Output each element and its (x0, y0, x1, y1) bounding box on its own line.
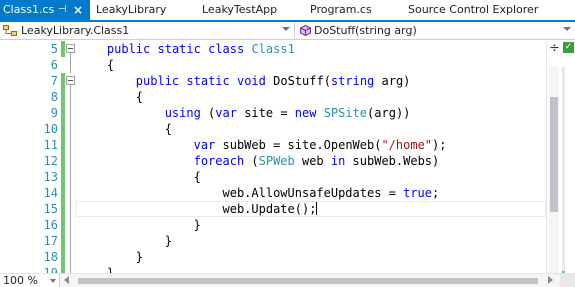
code-line: 13 { (0, 169, 546, 185)
code-line: 5 public static class Class1 (0, 41, 546, 57)
code-line: 19 } (0, 265, 546, 273)
line-number: 10 (43, 122, 58, 136)
tab-source-control-explorer[interactable]: Source Control Explorer (408, 0, 538, 20)
overview-margin (562, 67, 565, 273)
pin-icon[interactable]: ⊣ (58, 0, 67, 20)
line-number: 7 (50, 74, 58, 88)
check-icon: ✓ (563, 42, 574, 53)
code-text: foreach (SPWeb web in subWeb.Webs) (193, 154, 440, 168)
line-number: 17 (43, 234, 58, 248)
line-number: 16 (43, 218, 58, 232)
code-text: { (78, 122, 172, 136)
code-editor[interactable]: 5 public static class Class1 6 { 7 publi… (0, 41, 546, 273)
method-icon (300, 25, 311, 36)
line-number: 12 (43, 154, 58, 168)
code-text: public static class Class1 (106, 42, 295, 56)
line-number: 13 (43, 170, 58, 184)
code-text: using (var site = new SPSite(arg)) (164, 106, 411, 120)
code-line: 17 } (0, 233, 546, 249)
tab-leakylibrary[interactable]: LeakyLibrary (96, 0, 166, 20)
chevron-down-icon (282, 27, 290, 31)
close-icon[interactable]: × (73, 0, 83, 20)
code-text: web.AllowUnsafeUpdates = true; (78, 186, 440, 200)
document-tab-strip: Class1.cs ⊣ × LeakyLibrary LeakyTestApp … (0, 0, 575, 20)
code-line: 7 public static void DoStuff(string arg) (0, 73, 546, 89)
line-number: 6 (50, 58, 58, 72)
collapse-icon[interactable] (66, 76, 75, 85)
scroll-right-icon[interactable] (548, 276, 553, 284)
code-text: { (78, 90, 144, 104)
zoom-dropdown[interactable]: 100 % (0, 274, 60, 287)
code-line: 8 { (0, 89, 546, 105)
code-line: 11 var subWeb = site.OpenWeb("/home"); (0, 137, 546, 153)
chevron-down-icon (563, 27, 571, 31)
member-dropdown-label: DoStuff(string arg) (314, 24, 417, 37)
line-number: 9 (50, 106, 58, 120)
code-text: } (78, 250, 144, 264)
vertical-scrollbar[interactable]: ÷ ✓ (546, 41, 575, 273)
code-line: 15 web.Update(); (0, 201, 546, 217)
line-number: 15 (43, 202, 58, 216)
line-number: 18 (43, 250, 58, 264)
class-dropdown-label: LeakyLibrary.Class1 (21, 24, 130, 37)
code-text: var subWeb = site.OpenWeb("/home"); (193, 138, 447, 152)
scrollbar-corner (560, 274, 575, 287)
code-line: 10 { (0, 121, 546, 137)
code-text: } (78, 234, 172, 248)
zoom-level: 100 % (3, 274, 38, 287)
code-line: 6 { (0, 57, 546, 73)
code-line: 14 web.AllowUnsafeUpdates = true; (0, 185, 546, 201)
line-number: 14 (43, 186, 58, 200)
code-line: 9 using (var site = new SPSite(arg)) (0, 105, 546, 121)
line-number: 5 (50, 42, 58, 56)
tab-leakytestapp[interactable]: LeakyTestApp (202, 0, 277, 20)
code-text: { (78, 58, 115, 72)
horizontal-scrollbar-thumb[interactable] (78, 278, 538, 284)
code-line: 16 } (0, 217, 546, 233)
tab-label: Class1.cs (3, 3, 55, 16)
class-dropdown[interactable]: LeakyLibrary.Class1 (0, 22, 295, 39)
code-text: } (78, 218, 201, 232)
collapse-icon[interactable] (66, 44, 75, 53)
text-caret (316, 202, 318, 215)
split-icon[interactable]: ÷ (549, 41, 560, 56)
code-text: public static void DoStuff(string arg) (135, 74, 411, 88)
chevron-down-icon (50, 279, 56, 283)
code-line: 18 } (0, 249, 546, 265)
scrollbar-thumb[interactable] (550, 97, 558, 212)
code-text: { (78, 170, 201, 184)
code-text: } (78, 266, 115, 273)
line-number: 11 (43, 138, 58, 152)
tab-program-cs[interactable]: Program.cs (310, 0, 372, 20)
class-icon (3, 25, 17, 36)
tab-class1-cs[interactable]: Class1.cs ⊣ × (0, 0, 90, 20)
line-number: 19 (43, 266, 58, 273)
member-dropdown[interactable]: DoStuff(string arg) (295, 22, 575, 39)
code-line: 12 foreach (SPWeb web in subWeb.Webs) (0, 153, 546, 169)
code-text: web.Update(); (78, 202, 318, 216)
scroll-left-icon[interactable] (64, 276, 69, 284)
navigation-bar: LeakyLibrary.Class1 DoStuff(string arg) (0, 22, 575, 40)
editor-bottom-bar: 100 % (0, 273, 575, 287)
line-number: 8 (50, 90, 58, 104)
